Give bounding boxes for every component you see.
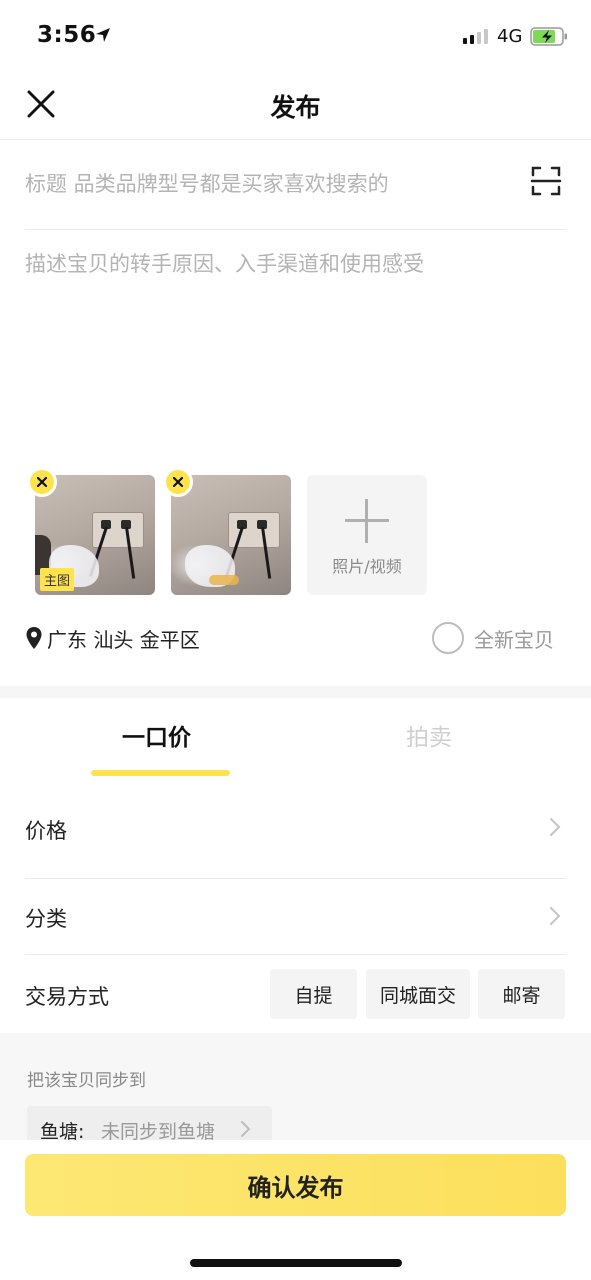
close-icon bbox=[172, 476, 184, 488]
trade-option-pickup[interactable]: 自提 bbox=[270, 969, 357, 1019]
title-row bbox=[25, 140, 566, 230]
remove-photo-button[interactable] bbox=[163, 467, 193, 497]
category-row[interactable]: 分类 bbox=[25, 879, 566, 954]
page-title: 发布 bbox=[270, 93, 321, 122]
close-icon bbox=[36, 476, 48, 488]
remove-photo-button[interactable] bbox=[27, 467, 57, 497]
active-tab-indicator bbox=[91, 770, 230, 776]
chevron-right-icon bbox=[550, 818, 561, 836]
location-selector[interactable]: 广东 汕头 金平区 bbox=[25, 620, 200, 656]
main-photo-badge: 主图 bbox=[40, 568, 75, 591]
battery-charging-icon bbox=[530, 27, 567, 46]
status-time: 3:56 bbox=[37, 22, 97, 48]
plus-icon bbox=[345, 499, 389, 543]
submit-button[interactable]: 确认发布 bbox=[25, 1154, 566, 1216]
add-media-label: 照片/视频 bbox=[332, 557, 402, 576]
photo-thumbnail[interactable]: 主图 bbox=[27, 467, 155, 595]
price-label: 价格 bbox=[25, 819, 67, 843]
trade-option-local-meetup[interactable]: 同城面交 bbox=[366, 969, 470, 1019]
chevron-right-icon bbox=[550, 907, 561, 925]
tab-auction[interactable]: 拍卖 bbox=[406, 718, 452, 752]
chevron-right-icon bbox=[241, 1121, 251, 1137]
header: 发布 bbox=[0, 70, 591, 140]
tab-fixed-price[interactable]: 一口价 bbox=[122, 718, 191, 752]
add-media-button[interactable]: 照片/视频 bbox=[307, 475, 427, 595]
radio-unchecked-icon bbox=[432, 622, 464, 654]
sync-title: 把该宝贝同步到 bbox=[27, 1071, 146, 1091]
category-label: 分类 bbox=[25, 907, 67, 931]
trade-method-label: 交易方式 bbox=[25, 985, 109, 1009]
home-indicator bbox=[190, 1259, 402, 1267]
location-arrow-icon bbox=[96, 28, 110, 42]
title-input[interactable] bbox=[25, 162, 505, 206]
scan-icon[interactable] bbox=[530, 165, 562, 197]
signal-strength-icon bbox=[463, 28, 488, 44]
section-divider bbox=[0, 686, 591, 698]
new-item-toggle[interactable]: 全新宝贝 bbox=[432, 621, 554, 655]
network-type: 4G bbox=[497, 26, 523, 47]
status-bar: 3:56 4G bbox=[0, 0, 591, 70]
photo-thumbnail[interactable] bbox=[163, 467, 291, 595]
price-row[interactable]: 价格 bbox=[25, 795, 566, 877]
description-input[interactable] bbox=[25, 250, 566, 450]
trade-option-shipping[interactable]: 邮寄 bbox=[478, 969, 565, 1019]
location-pin-icon bbox=[26, 627, 42, 649]
photo-image bbox=[171, 475, 291, 595]
location-text: 广东 汕头 金平区 bbox=[47, 627, 200, 652]
new-item-label: 全新宝贝 bbox=[474, 627, 554, 652]
